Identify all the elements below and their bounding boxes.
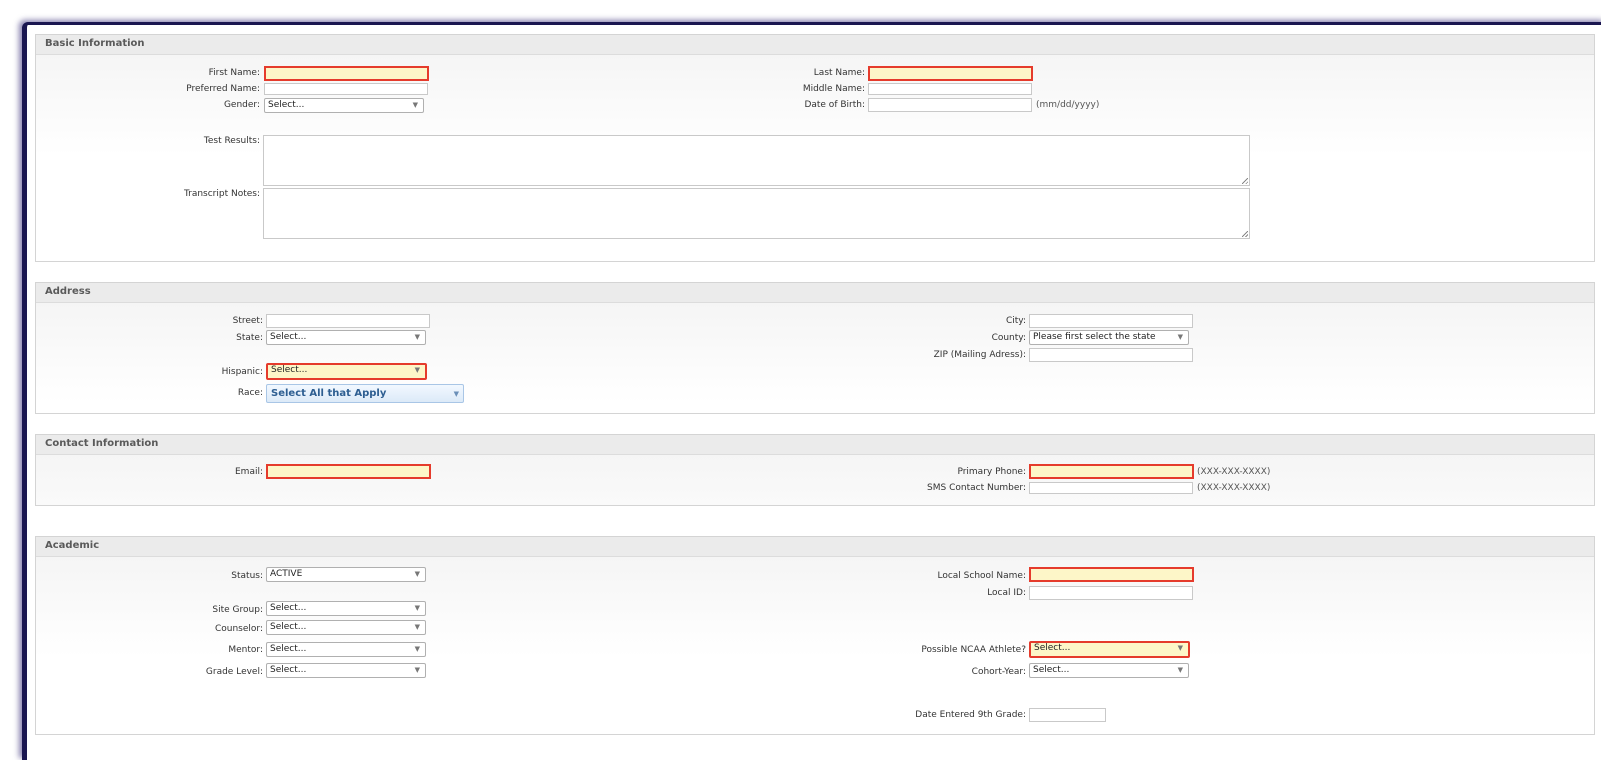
gender-value: Select... — [268, 100, 305, 110]
resize-grip-icon[interactable] — [1242, 231, 1248, 237]
mentor-value: Select... — [270, 644, 307, 654]
test-results-textarea[interactable] — [263, 135, 1250, 186]
cohort-year-value: Select... — [1033, 665, 1070, 675]
last-name-input[interactable] — [868, 66, 1033, 81]
date-entered-9th-grade-input[interactable] — [1029, 708, 1106, 722]
grade-level-label: Grade Level: — [205, 667, 263, 677]
local-school-name-label: Local School Name: — [937, 571, 1026, 581]
chevron-down-icon: ▼ — [1177, 333, 1183, 341]
transcript-notes-textarea[interactable] — [263, 188, 1250, 239]
race-value: Select All that Apply — [271, 388, 387, 399]
county-label: County: — [991, 333, 1026, 343]
ncaa-athlete-select[interactable]: Select... ▼ — [1029, 641, 1190, 658]
state-label: State: — [236, 333, 263, 343]
gender-label: Gender: — [223, 100, 260, 110]
chevron-down-icon: ▼ — [414, 570, 420, 578]
local-id-label: Local ID: — [987, 588, 1026, 598]
street-label: Street: — [232, 316, 263, 326]
site-group-select[interactable]: Select... ▼ — [266, 601, 426, 616]
chevron-down-icon: ▼ — [414, 333, 420, 341]
email-input[interactable] — [266, 464, 431, 479]
date-format-hint: (mm/dd/yyyy) — [1036, 100, 1100, 110]
state-value: Select... — [270, 332, 307, 342]
preferred-name-input[interactable] — [264, 83, 428, 95]
transcript-notes-label: Transcript Notes: — [183, 189, 260, 199]
hispanic-select[interactable]: Select... ▼ — [266, 363, 427, 380]
local-school-name-input[interactable] — [1029, 567, 1194, 582]
site-group-value: Select... — [270, 603, 307, 613]
grade-level-select[interactable]: Select... ▼ — [266, 663, 426, 678]
primary-phone-label: Primary Phone: — [957, 467, 1026, 477]
chevron-down-icon: ▼ — [1177, 644, 1183, 652]
preferred-name-label: Preferred Name: — [186, 84, 260, 94]
counselor-label: Counselor: — [214, 624, 263, 634]
chevron-down-icon: ▼ — [414, 604, 420, 612]
last-name-label: Last Name: — [813, 68, 865, 78]
email-label: Email: — [234, 467, 263, 477]
hispanic-value: Select... — [271, 365, 308, 375]
first-name-label: First Name: — [208, 68, 260, 78]
counselor-value: Select... — [270, 622, 307, 632]
middle-name-label: Middle Name: — [802, 84, 865, 94]
zip-input[interactable] — [1029, 348, 1193, 362]
resize-grip-icon[interactable] — [1242, 178, 1248, 184]
race-label: Race: — [237, 388, 263, 398]
status-select[interactable]: ACTIVE ▼ — [266, 567, 426, 582]
site-group-label: Site Group: — [212, 605, 263, 615]
primary-phone-input[interactable] — [1029, 464, 1194, 479]
test-results-label: Test Results: — [203, 136, 260, 146]
zip-label: ZIP (Mailing Adress): — [933, 350, 1026, 360]
cohort-year-label: Cohort-Year: — [971, 667, 1026, 677]
city-input[interactable] — [1029, 314, 1193, 328]
date-of-birth-input[interactable] — [868, 98, 1032, 112]
gender-select[interactable]: Select... ▼ — [264, 98, 424, 113]
county-value: Please first select the state — [1033, 332, 1156, 342]
sms-contact-label: SMS Contact Number: — [927, 483, 1026, 493]
sms-format-hint: (XXX-XXX-XXXX) — [1197, 483, 1271, 493]
chevron-down-icon: ▼ — [453, 390, 459, 398]
sms-contact-input[interactable] — [1029, 482, 1193, 494]
date-entered-9th-grade-label: Date Entered 9th Grade: — [915, 710, 1026, 720]
chevron-down-icon: ▼ — [412, 101, 418, 109]
status-label: Status: — [231, 571, 263, 581]
state-select[interactable]: Select... ▼ — [266, 330, 426, 345]
street-input[interactable] — [266, 314, 430, 328]
county-select[interactable]: Please first select the state ▼ — [1029, 330, 1189, 345]
grade-level-value: Select... — [270, 665, 307, 675]
phone-format-hint: (XXX-XXX-XXXX) — [1197, 467, 1271, 477]
section-title: Basic Information — [36, 35, 1594, 55]
first-name-input[interactable] — [264, 66, 429, 81]
ncaa-athlete-label: Possible NCAA Athlete? — [921, 645, 1026, 655]
cohort-year-select[interactable]: Select... ▼ — [1029, 663, 1189, 678]
counselor-select[interactable]: Select... ▼ — [266, 620, 426, 635]
local-id-input[interactable] — [1029, 586, 1193, 600]
date-of-birth-label: Date of Birth: — [804, 100, 865, 110]
chevron-down-icon: ▼ — [414, 623, 420, 631]
ncaa-athlete-value: Select... — [1034, 643, 1071, 653]
chevron-down-icon: ▼ — [414, 666, 420, 674]
mentor-label: Mentor: — [228, 645, 263, 655]
section-title: Contact Information — [36, 435, 1594, 455]
chevron-down-icon: ▼ — [414, 645, 420, 653]
mentor-select[interactable]: Select... ▼ — [266, 642, 426, 657]
middle-name-input[interactable] — [868, 83, 1032, 95]
status-value: ACTIVE — [270, 569, 303, 579]
section-title: Academic — [36, 537, 1594, 557]
academic-section: Academic — [35, 536, 1595, 735]
chevron-down-icon: ▼ — [414, 366, 420, 374]
hispanic-label: Hispanic: — [221, 367, 263, 377]
section-title: Address — [36, 283, 1594, 303]
race-multiselect[interactable]: Select All that Apply ▼ — [266, 384, 464, 403]
chevron-down-icon: ▼ — [1177, 666, 1183, 674]
city-label: City: — [1005, 316, 1026, 326]
